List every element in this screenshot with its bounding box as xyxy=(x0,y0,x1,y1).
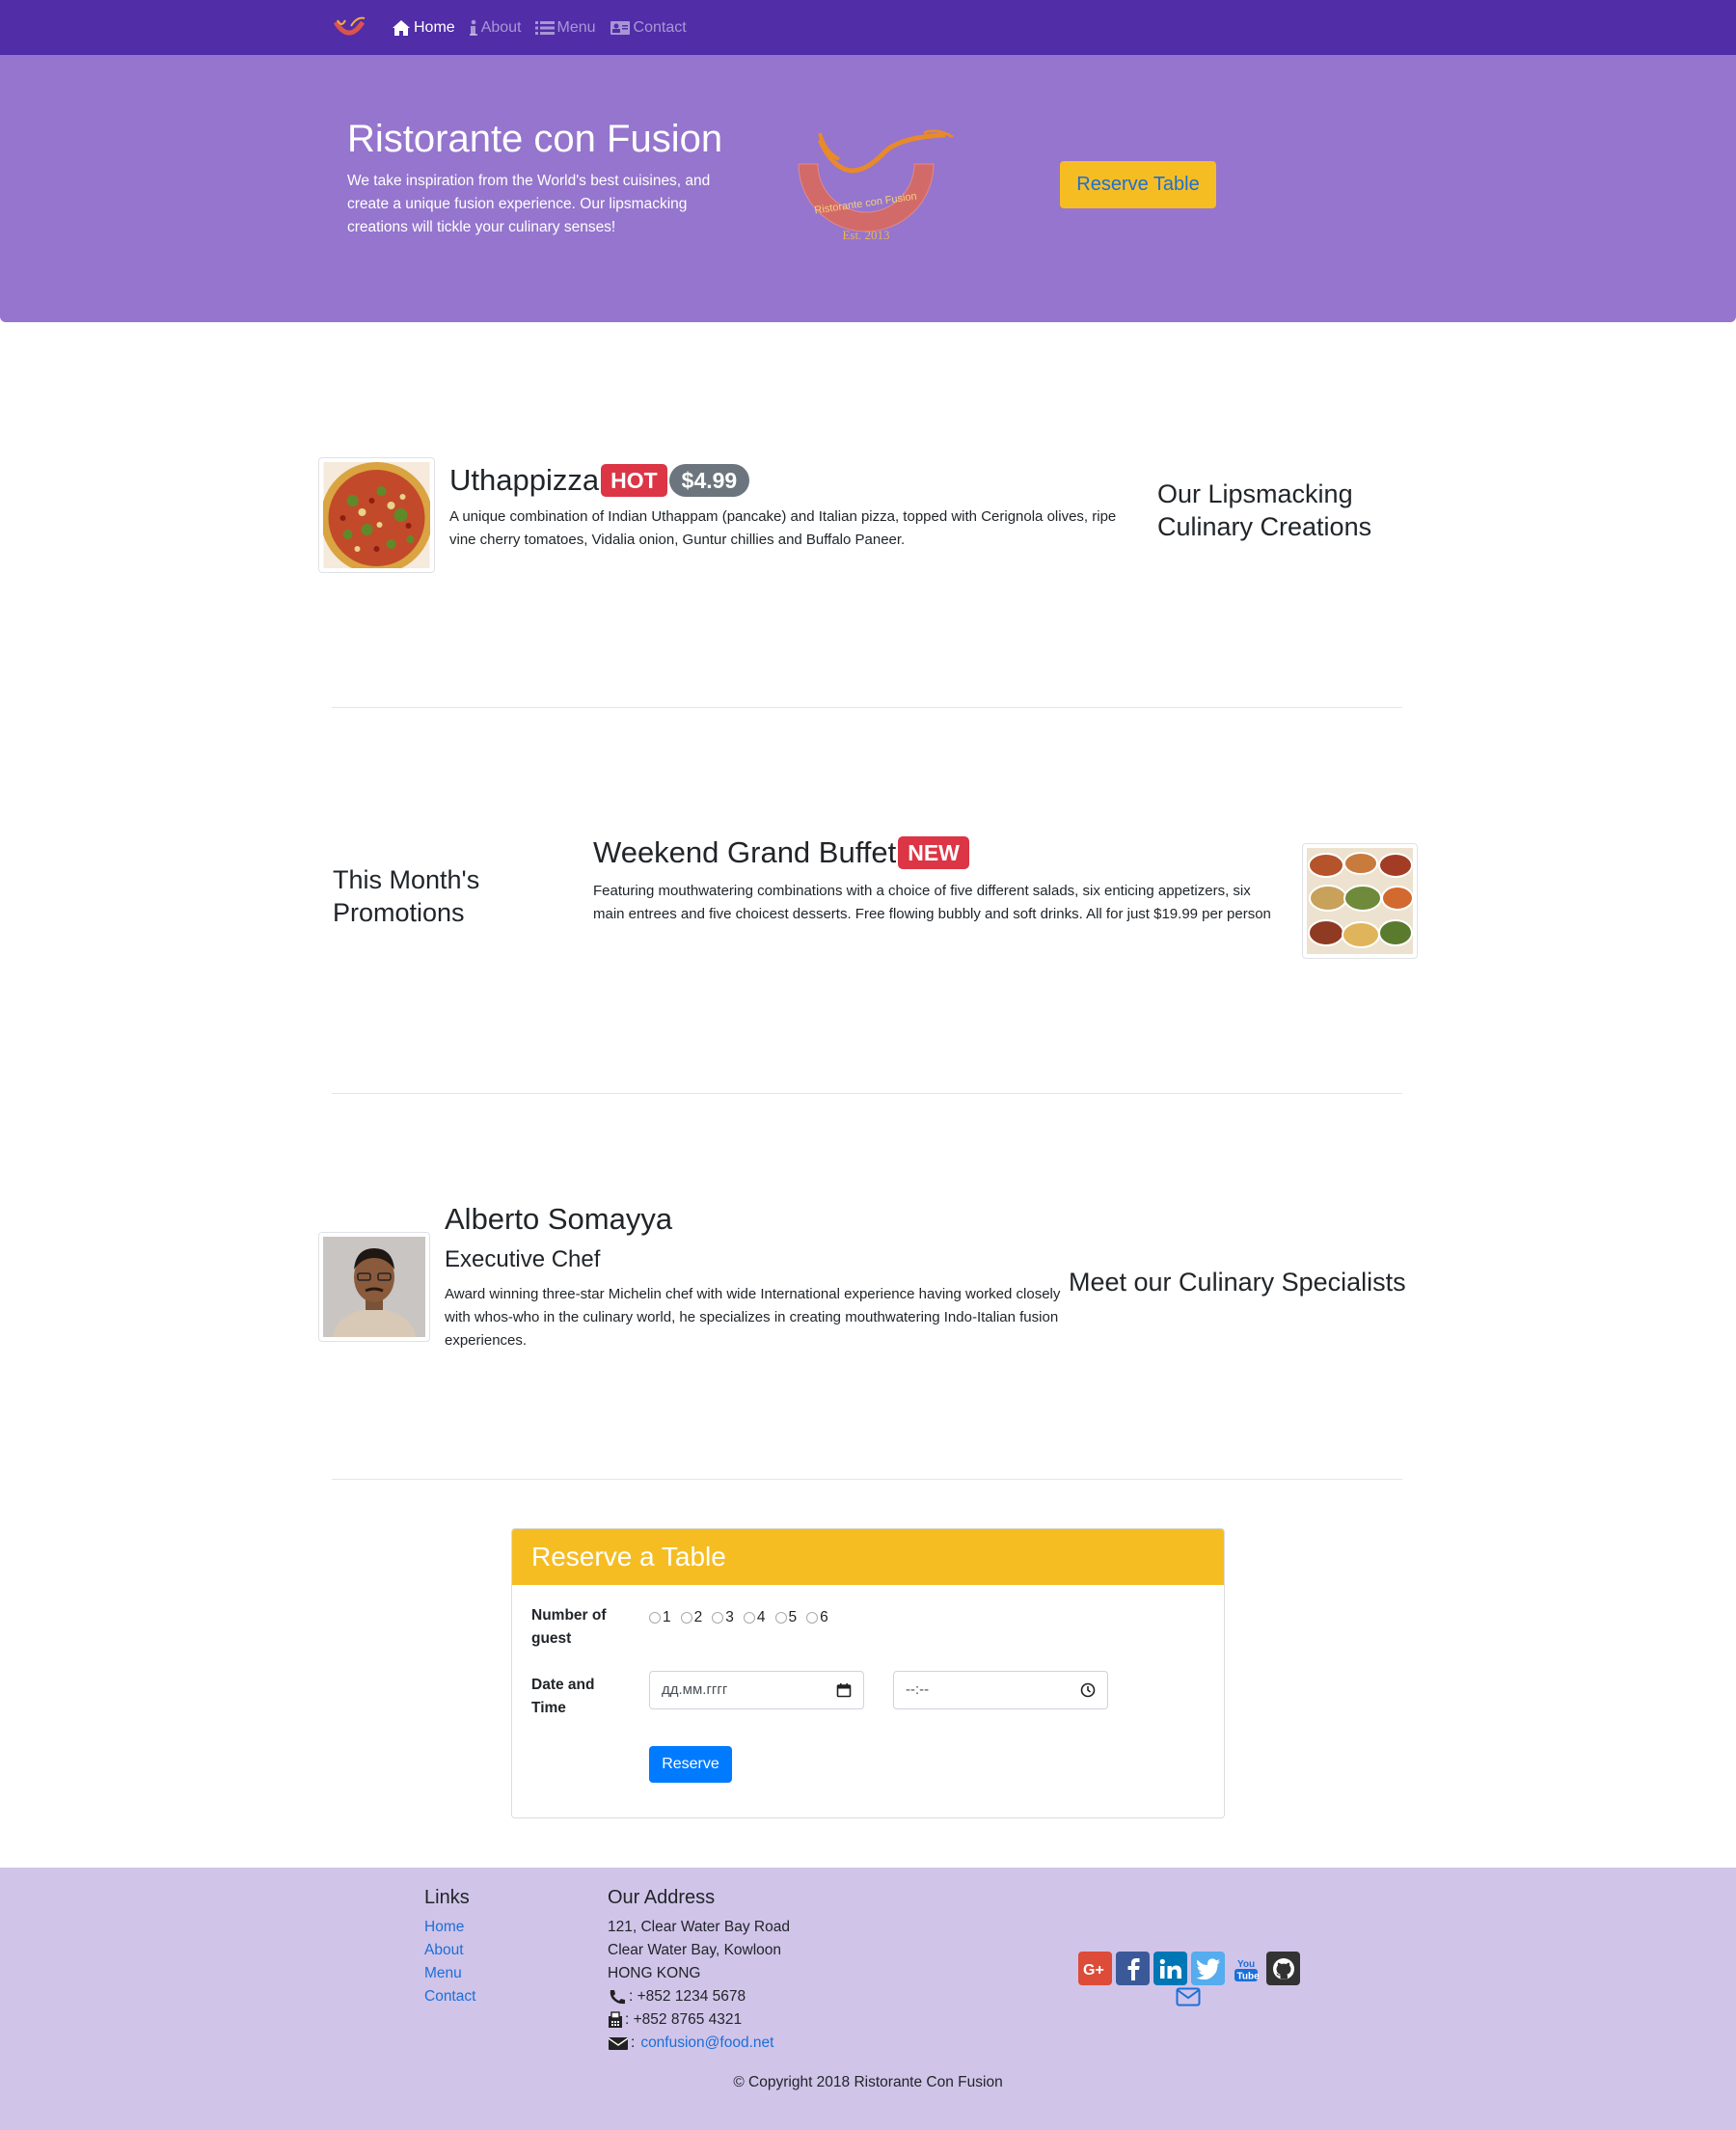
nav-item-home[interactable]: Home xyxy=(392,19,455,37)
nav-item-label: About xyxy=(480,18,522,36)
twitter-icon[interactable] xyxy=(1191,1952,1225,1985)
promotion-thumbnail xyxy=(1302,843,1418,959)
navbar: Home About Menu Contact xyxy=(0,0,1736,55)
footer-link-home[interactable]: Home xyxy=(424,1919,464,1936)
address-line: HONG KONG xyxy=(608,1965,701,1981)
facebook-icon[interactable] xyxy=(1116,1952,1150,1985)
promotion-name: Weekend Grand Buffet xyxy=(593,835,897,869)
guest-option-2[interactable]: 2 xyxy=(680,1609,702,1626)
restaurant-logo: Ristorante con Fusion Est. 2013 xyxy=(798,129,954,242)
calendar-icon[interactable] xyxy=(836,1682,852,1698)
google-plus-icon[interactable]: G+ xyxy=(1078,1952,1112,1985)
guest-option-6[interactable]: 6 xyxy=(806,1609,828,1626)
leader-name: Alberto Somayya xyxy=(445,1202,673,1236)
svg-text:Tube: Tube xyxy=(1236,1971,1259,1981)
footer-link-menu[interactable]: Menu xyxy=(424,1965,462,1982)
leader-description: Award winning three-star Michelin chef w… xyxy=(445,1286,1061,1349)
divider xyxy=(332,1479,1402,1480)
guest-option-3[interactable]: 3 xyxy=(712,1609,734,1626)
pizza-image xyxy=(323,462,430,568)
new-badge: NEW xyxy=(898,836,969,869)
buffet-image xyxy=(1307,848,1413,954)
divider xyxy=(332,1093,1402,1094)
guests-label: Number of guest xyxy=(531,1607,607,1647)
footer-email: : confusion@food.net xyxy=(608,2034,773,2052)
dish-thumbnail xyxy=(318,457,435,573)
dish-description: A unique combination of Indian Uthappam … xyxy=(449,508,1117,548)
github-icon[interactable] xyxy=(1266,1952,1300,1985)
nav-item-label: Menu xyxy=(556,18,596,36)
fax-icon xyxy=(609,2011,622,2028)
nav-item-about[interactable]: About xyxy=(469,19,522,37)
info-icon xyxy=(469,19,477,36)
hero-title: Ristorante con Fusion xyxy=(347,118,723,160)
hot-badge: HOT xyxy=(601,464,667,497)
reservation-card: Reserve a Table Number of guest 1 2 3 4 … xyxy=(511,1528,1225,1818)
promotion-section-heading: This Month's Promotions xyxy=(333,865,480,927)
reserve-table-button[interactable]: Reserve Table xyxy=(1060,161,1216,208)
promotion-description: Featuring mouthwatering combinations wit… xyxy=(593,883,1271,922)
reserve-submit-button[interactable]: Reserve xyxy=(649,1746,732,1783)
guest-option-1[interactable]: 1 xyxy=(649,1609,671,1626)
youtube-icon[interactable]: You Tube xyxy=(1229,1952,1262,1985)
divider xyxy=(332,707,1402,708)
nav-item-menu[interactable]: Menu xyxy=(534,18,596,37)
mail-icon[interactable] xyxy=(1176,1987,1201,2007)
address-line: 121, Clear Water Bay Road xyxy=(608,1919,790,1935)
svg-text:You: You xyxy=(1237,1959,1255,1970)
footer-phone: : +852 1234 5678 xyxy=(608,1988,746,2006)
brand-logo[interactable] xyxy=(332,14,366,41)
dish-section-heading: Our Lipsmacking Culinary Creations xyxy=(1157,479,1372,541)
chef-photo xyxy=(323,1237,425,1337)
svg-text:G+: G+ xyxy=(1083,1962,1104,1978)
radio-button[interactable] xyxy=(712,1612,724,1624)
guest-option-5[interactable]: 5 xyxy=(774,1609,797,1626)
address-card-icon xyxy=(610,20,630,35)
email-link[interactable]: confusion@food.net xyxy=(640,2034,773,2052)
address-line: Clear Water Bay, Kowloon xyxy=(608,1942,782,1958)
footer-link-about[interactable]: About xyxy=(424,1942,464,1959)
guest-option-4[interactable]: 4 xyxy=(743,1609,766,1626)
datetime-label: Date and Time xyxy=(531,1677,595,1716)
hero-text: We take inspiration from the World's bes… xyxy=(347,173,711,235)
radio-button[interactable] xyxy=(806,1612,819,1624)
list-icon xyxy=(534,20,555,35)
radio-button[interactable] xyxy=(649,1612,661,1624)
copyright: © Copyright 2018 Ristorante Con Fusion xyxy=(733,2074,1003,2090)
home-icon xyxy=(393,19,410,36)
reservation-card-title: Reserve a Table xyxy=(512,1529,1224,1585)
footer-links-heading: Links xyxy=(424,1887,470,1908)
date-input[interactable]: дд.мм.гггг xyxy=(649,1671,864,1709)
leader-thumbnail xyxy=(318,1232,430,1342)
nav-item-label: Contact xyxy=(633,18,687,36)
time-input[interactable]: --:-- xyxy=(893,1671,1108,1709)
price-badge: $4.99 xyxy=(668,464,750,497)
leader-designation: Executive Chef xyxy=(445,1246,601,1272)
clock-icon[interactable] xyxy=(1080,1682,1096,1698)
radio-button[interactable] xyxy=(743,1612,755,1624)
svg-text:Est. 2013: Est. 2013 xyxy=(842,228,889,242)
dish-title: Uthappizza HOT $4.99 xyxy=(449,463,750,498)
guest-radio-group: 1 2 3 4 5 6 xyxy=(649,1609,832,1626)
footer-link-contact[interactable]: Contact xyxy=(424,1988,475,2006)
social-links: G+ You Tube xyxy=(1078,1952,1300,1985)
phone-icon xyxy=(610,1989,625,2004)
footer-fax: : +852 8765 4321 xyxy=(608,2011,742,2029)
promotion-title: Weekend Grand Buffet NEW xyxy=(593,835,969,870)
leader-section-heading: Meet our Culinary Specialists xyxy=(1069,1268,1406,1297)
dish-name: Uthappizza xyxy=(449,463,600,497)
nav-item-label: Home xyxy=(414,18,455,36)
radio-button[interactable] xyxy=(680,1612,692,1624)
footer-address-heading: Our Address xyxy=(608,1887,716,1908)
linkedin-icon[interactable] xyxy=(1153,1952,1187,1985)
radio-button[interactable] xyxy=(774,1612,787,1624)
nav-item-contact[interactable]: Contact xyxy=(610,19,687,37)
envelope-icon xyxy=(608,2036,629,2050)
